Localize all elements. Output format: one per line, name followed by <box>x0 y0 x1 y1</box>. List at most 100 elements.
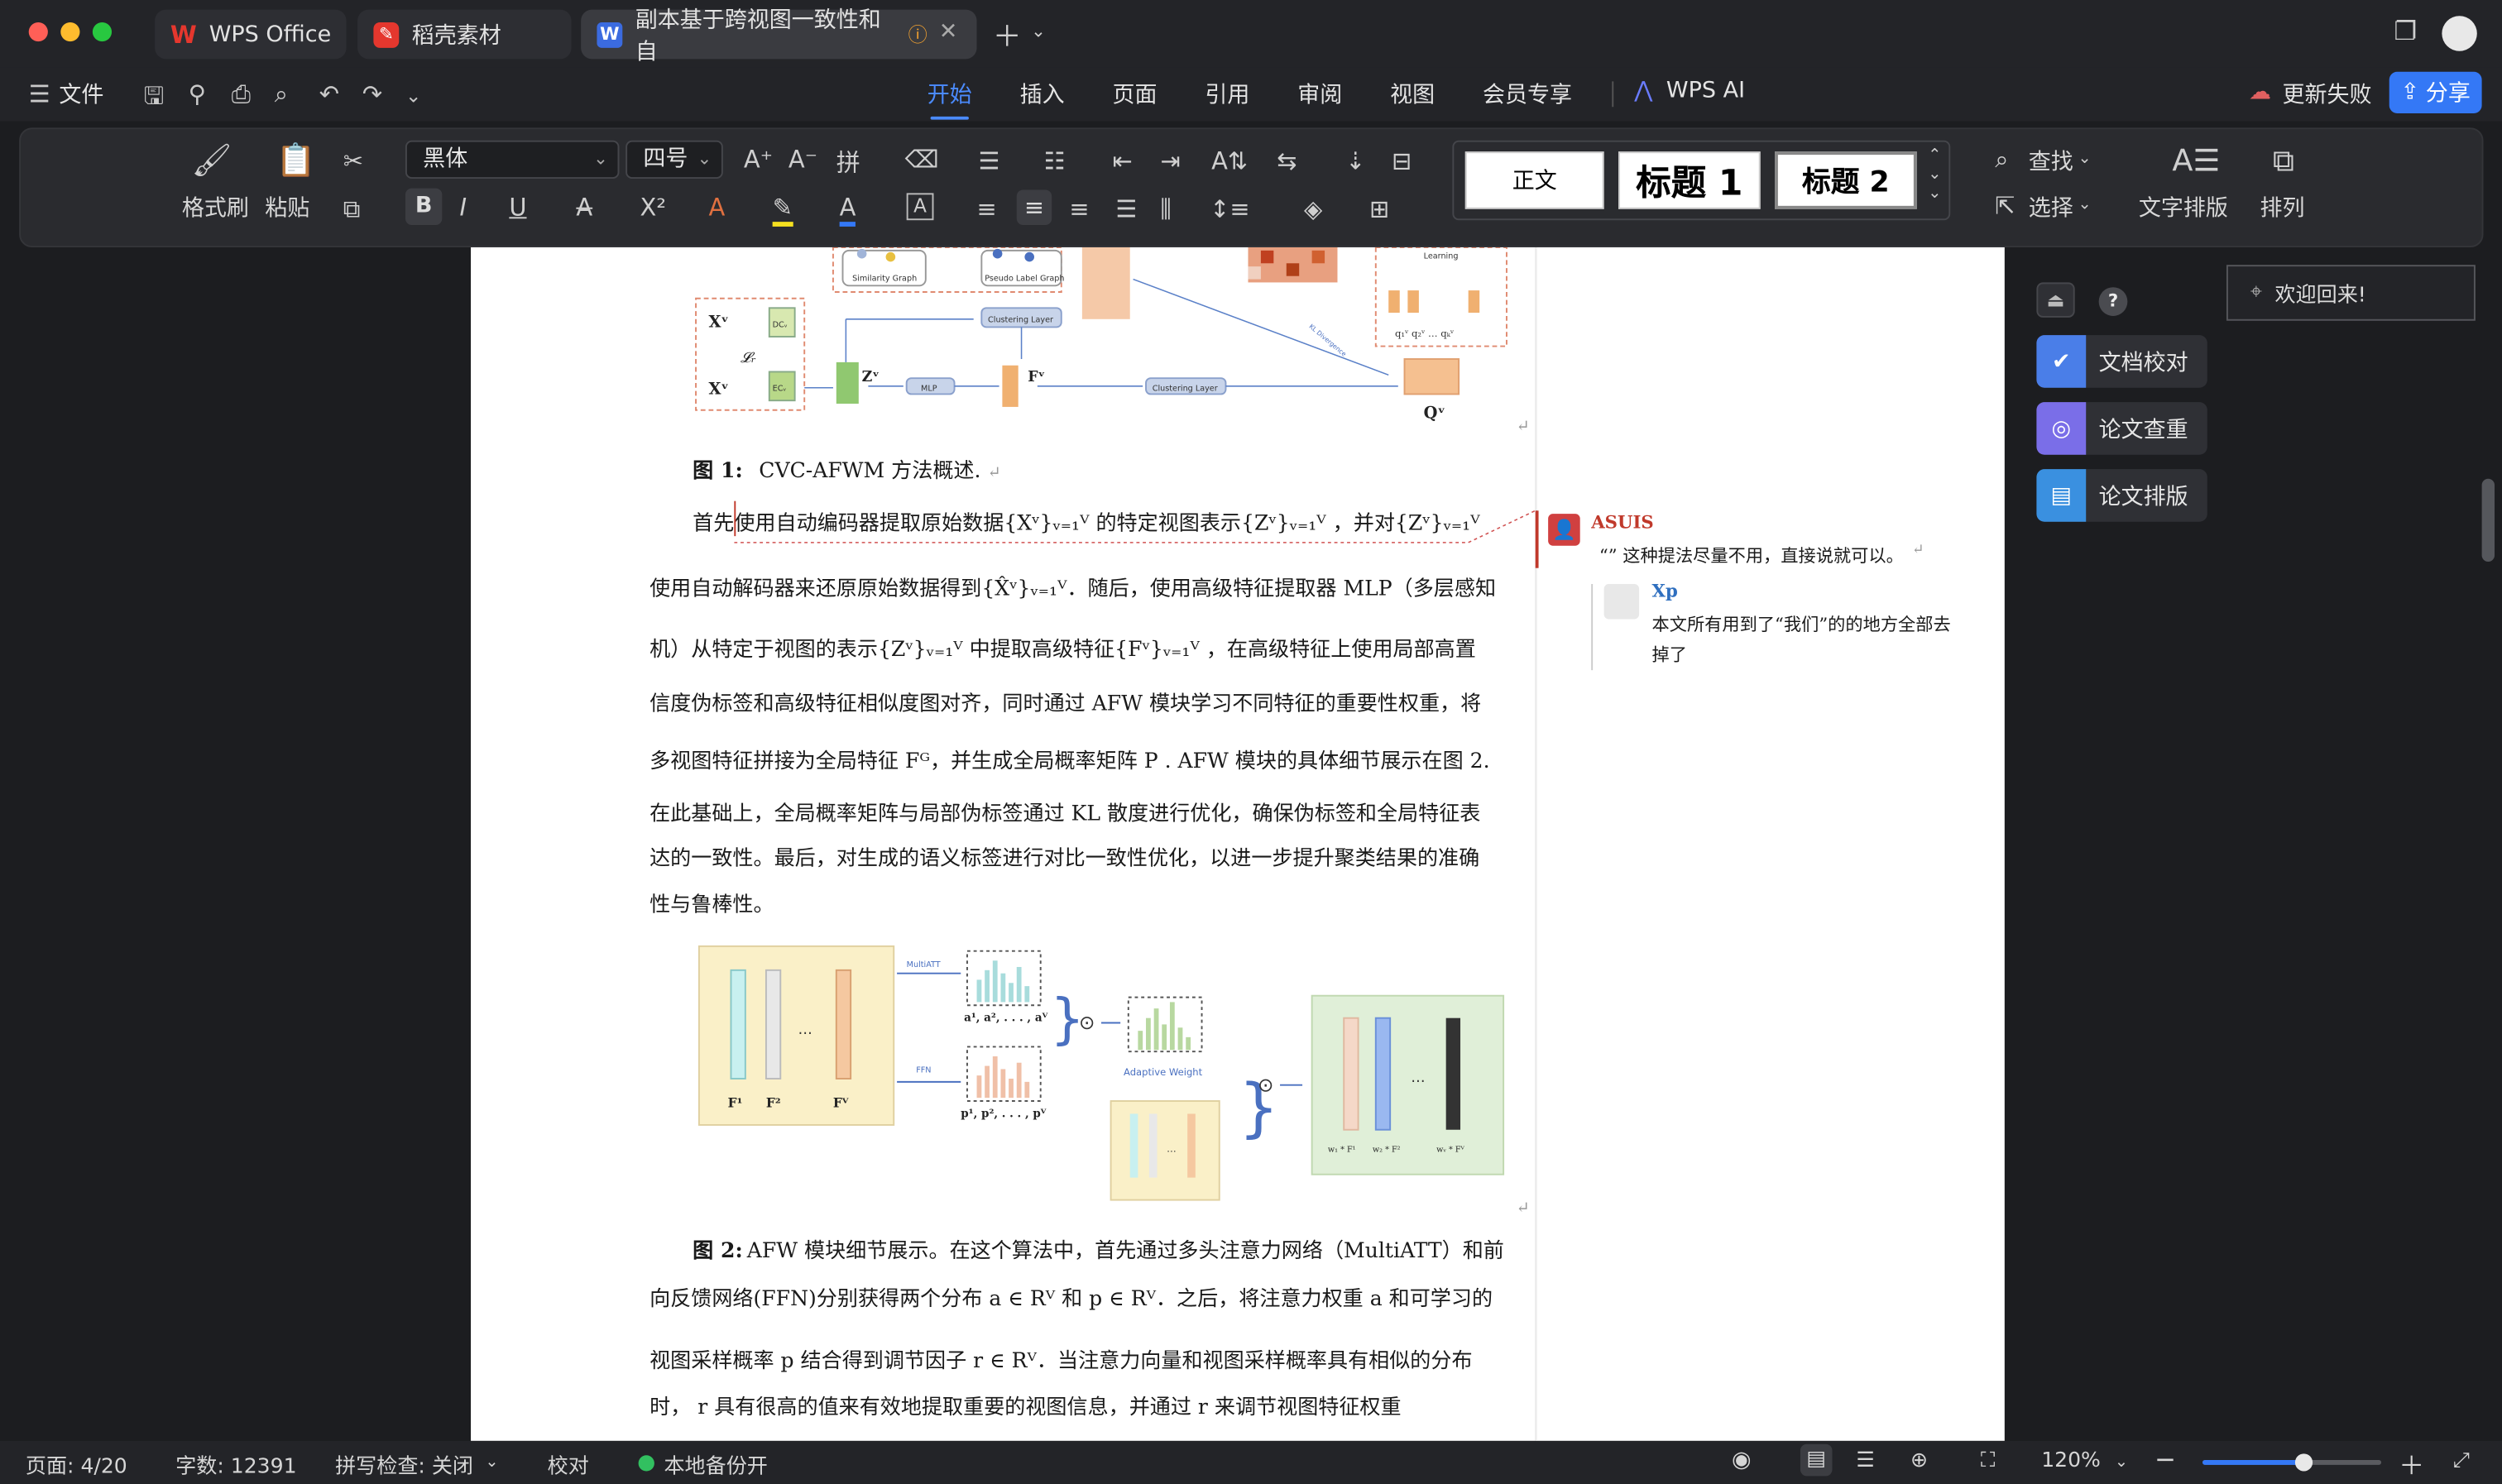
zoom-slider-thumb[interactable] <box>2294 1453 2313 1472</box>
tab-docer[interactable]: ✎ 稻壳素材 <box>357 9 572 60</box>
text-effect-icon[interactable]: A <box>708 193 725 222</box>
text-layout-icon[interactable]: A☰ <box>2172 144 2220 179</box>
page-indicator[interactable]: 页面: 4/20 <box>26 1449 127 1479</box>
close-tab-icon[interactable]: ✕ <box>939 19 958 45</box>
new-tab-icon[interactable]: ＋ <box>993 14 1022 55</box>
web-view-icon[interactable]: ⊕ <box>1910 1449 1928 1473</box>
help-button[interactable]: ? <box>2098 287 2128 316</box>
menu-item-page[interactable]: 页面 <box>1113 79 1158 111</box>
menu-item-member[interactable]: 会员专享 <box>1483 79 1572 111</box>
styles-scroll-icon[interactable]: ⌃ ⌄ ⌄ <box>1928 146 1941 203</box>
format-painter-icon[interactable]: 🖌 <box>191 141 232 179</box>
sort-icon[interactable]: ⇣ <box>1345 146 1365 175</box>
figure-1-caption[interactable]: 图 1: CVC-AFWM 方法概述. ↵ <box>693 453 1000 484</box>
align-left-icon[interactable]: ≡ <box>977 194 997 223</box>
paste-icon[interactable]: 📋 <box>276 141 316 179</box>
file-menu[interactable]: 文件 <box>59 79 103 111</box>
collapse-sidebar-button[interactable]: ⏏ <box>2036 282 2075 318</box>
style-heading-1[interactable]: 标题 1 <box>1618 151 1761 209</box>
hamburger-menu-icon[interactable]: ☰ <box>29 79 50 108</box>
character-border-icon[interactable]: A <box>906 193 934 221</box>
borders-icon[interactable]: ⊞ <box>1369 194 1389 223</box>
menu-item-insert[interactable]: 插入 <box>1020 79 1065 111</box>
close-window-button[interactable] <box>28 22 48 42</box>
maximize-window-button[interactable] <box>92 22 113 42</box>
highlight-icon[interactable]: ✎ <box>772 193 793 227</box>
menu-item-view[interactable]: 视图 <box>1390 79 1435 111</box>
figure-1[interactable]: Similarity Graph Pseudo Label Graph Clus… <box>686 247 1531 431</box>
bold-button[interactable]: B <box>405 188 443 225</box>
print-icon[interactable]: ⎙ <box>232 79 251 108</box>
tab-wps-office[interactable]: W WPS Office <box>155 9 347 60</box>
find-icon[interactable]: ⌕ <box>1995 146 2008 175</box>
menu-item-reference[interactable]: 引用 <box>1205 79 1249 111</box>
underline-icon[interactable]: U <box>509 193 526 222</box>
arrange-icon[interactable]: ⧉ <box>2273 144 2294 179</box>
update-failed-status[interactable]: 更新失败 <box>2282 79 2371 111</box>
avatar[interactable] <box>2442 16 2477 51</box>
format-painter-label[interactable]: 格式刷 <box>182 191 249 223</box>
font-name-select[interactable]: 黑体 ⌄ <box>405 140 620 180</box>
clear-format-icon[interactable]: ⌫ <box>905 146 939 175</box>
paste-label[interactable]: 粘贴 <box>265 191 309 223</box>
paper-format-button[interactable]: ▤ 论文排版 <box>2036 469 2207 522</box>
doc-proofread-button[interactable]: ✔ 文档校对 <box>2036 335 2207 388</box>
style-normal[interactable]: 正文 <box>1464 151 1604 209</box>
copy-icon[interactable]: ⧉ <box>343 194 361 223</box>
zoom-slider[interactable] <box>2202 1453 2382 1472</box>
strikethrough-icon[interactable]: A <box>576 193 592 222</box>
zoom-level[interactable]: 120% <box>2041 1449 2101 1473</box>
bullet-list-icon[interactable]: ☰ <box>978 146 999 175</box>
justify-icon[interactable]: ☰ <box>1115 194 1137 223</box>
arrange-button[interactable]: 排列 <box>2260 191 2304 223</box>
shrink-font-icon[interactable]: A⁻ <box>788 146 817 175</box>
decrease-indent-icon[interactable]: ⇤ <box>1113 146 1133 175</box>
print-preview-icon[interactable]: ⌕ <box>275 79 288 108</box>
shading-icon[interactable]: ◈ <box>1304 194 1322 223</box>
superscript-icon[interactable]: X² <box>640 193 666 222</box>
proofread-status[interactable]: 校对 <box>548 1449 589 1479</box>
page-view-icon[interactable]: ▤ <box>1800 1443 1833 1477</box>
word-count[interactable]: 字数: 12391 <box>175 1449 296 1479</box>
outline-view-icon[interactable]: ☰ <box>1856 1449 1874 1473</box>
format-painter-quick-icon[interactable]: ⚲ <box>189 79 206 108</box>
select-icon[interactable]: ⇱ <box>1995 191 2015 220</box>
grow-font-icon[interactable]: A⁺ <box>744 146 773 175</box>
redo-icon[interactable]: ↷ <box>362 79 382 108</box>
zoom-out-icon[interactable]: − <box>2154 1444 2176 1475</box>
tab-list-chevron-icon[interactable]: ⌄ <box>1031 21 1046 41</box>
spell-check-toggle[interactable]: 拼写检查: 关闭 <box>335 1449 473 1479</box>
window-mode-icon[interactable]: ❐ <box>2394 16 2418 46</box>
find-button[interactable]: 查找 <box>2029 146 2073 178</box>
cut-icon[interactable]: ✂ <box>343 146 363 175</box>
italic-icon[interactable]: I <box>460 193 467 222</box>
text-direction-icon[interactable]: A⇅ <box>1211 146 1248 175</box>
share-button[interactable]: ⇪ 分享 <box>2389 71 2482 113</box>
increase-indent-icon[interactable]: ⇥ <box>1160 146 1180 175</box>
fit-page-icon[interactable]: ⛶ <box>1981 1449 1996 1473</box>
wps-ai-button[interactable]: WPS AI <box>1666 79 1745 104</box>
menu-item-review[interactable]: 审阅 <box>1297 79 1342 111</box>
phonetic-guide-icon[interactable]: 拼 <box>836 146 860 180</box>
align-center-button[interactable]: ≡ <box>1016 189 1052 225</box>
select-button[interactable]: 选择 <box>2029 191 2073 223</box>
reading-mode-icon[interactable]: ◉ <box>1732 1448 1752 1473</box>
align-right-icon[interactable]: ≡ <box>1069 194 1089 223</box>
sort-swap-icon[interactable]: ⇆ <box>1277 146 1297 175</box>
font-size-select[interactable]: 四号 ⌄ <box>626 140 723 180</box>
text-layout-button[interactable]: 文字排版 <box>2139 191 2228 223</box>
show-marks-icon[interactable]: ⊟ <box>1392 146 1412 175</box>
save-icon[interactable]: 🖫 <box>144 79 165 119</box>
menu-item-home[interactable]: 开始 <box>927 79 972 120</box>
more-chevron-icon[interactable]: ⌄ <box>405 84 421 107</box>
figure-2[interactable]: … F¹ F² Fⱽ MultiATT FFN a¹, a², . . . , … <box>696 941 1510 1209</box>
line-spacing-icon[interactable]: ↕≡ <box>1210 194 1249 223</box>
distributed-icon[interactable]: ⫼ <box>1160 194 1171 223</box>
tab-document[interactable]: W 副本基于跨视图一致性和自 ⓘ ✕ <box>581 7 977 65</box>
zoom-in-icon[interactable]: ＋ <box>2399 1444 2424 1482</box>
fullscreen-icon[interactable]: ⤢ <box>2453 1449 2470 1473</box>
welcome-box[interactable]: ⌖ 欢迎回来! <box>2226 265 2476 321</box>
minimize-window-button[interactable] <box>60 22 80 42</box>
style-heading-2[interactable]: 标题 2 <box>1775 151 1917 209</box>
font-color-icon[interactable]: A <box>839 193 856 227</box>
